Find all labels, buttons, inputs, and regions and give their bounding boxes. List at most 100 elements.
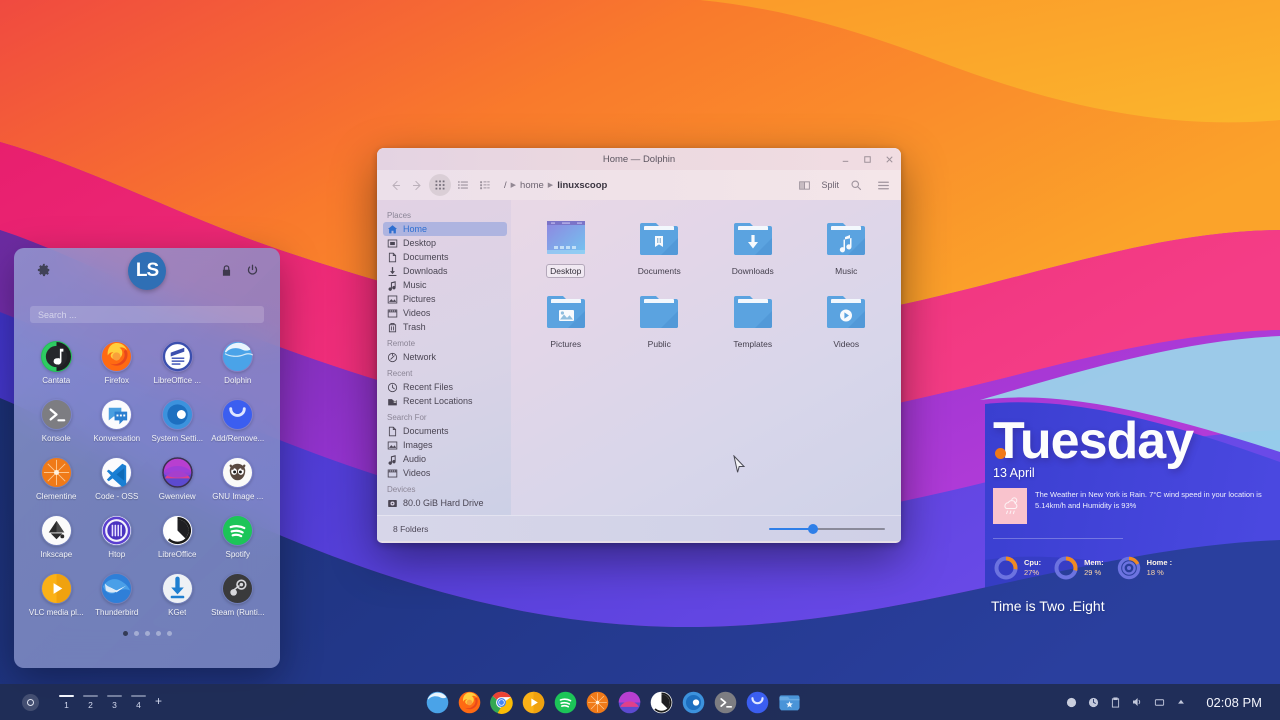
dolphin-toolbar[interactable]: / ▶ home ▶ linuxscoop Split	[377, 170, 901, 200]
launcher-page-indicator[interactable]	[14, 631, 280, 636]
taskbar-vlc-icon[interactable]	[522, 691, 545, 714]
page-dot-3[interactable]	[144, 631, 150, 636]
launcher-app-libreoffice-writer[interactable]: LibreOffice ...	[147, 335, 208, 393]
launcher-app-konsole[interactable]: Konsole	[26, 393, 87, 451]
page-dot-2[interactable]	[133, 631, 139, 636]
minimize-icon[interactable]	[840, 154, 851, 165]
window-titlebar[interactable]: Home — Dolphin	[377, 148, 901, 170]
places-item-hard-drive[interactable]: 80.0 GiB Hard Drive	[383, 496, 511, 510]
folder-item-music[interactable]: Music	[800, 210, 894, 277]
places-item-trash[interactable]: Trash	[383, 320, 511, 334]
folder-item-pictures[interactable]: Pictures	[519, 283, 613, 350]
clock[interactable]: 02:08 PM	[1206, 695, 1262, 710]
places-search-videos[interactable]: Videos	[383, 466, 511, 480]
folder-item-public[interactable]: Public	[613, 283, 707, 350]
update-icon[interactable]	[1087, 696, 1099, 708]
launcher-app-clementine[interactable]: Clementine	[26, 451, 87, 509]
launcher-app-libreoffice[interactable]: LibreOffice	[147, 509, 208, 567]
taskbar-libreoffice-icon[interactable]	[650, 691, 673, 714]
places-item-home[interactable]: Home	[383, 222, 507, 236]
lock-icon[interactable]	[218, 262, 234, 278]
places-item-documents[interactable]: Documents	[383, 250, 511, 264]
virtual-desktop-3[interactable]: 3	[107, 694, 122, 710]
clipboard-icon[interactable]	[1109, 696, 1121, 708]
search-icon[interactable]	[846, 175, 866, 195]
places-item-music[interactable]: Music	[383, 278, 511, 292]
taskbar-konsole-icon[interactable]	[714, 691, 737, 714]
gear-icon[interactable]	[36, 262, 52, 278]
split-label[interactable]: Split	[821, 180, 839, 190]
dolphin-file-manager-window[interactable]: Home — Dolphin / ▶ home ▶ linuxscoop Spl…	[377, 148, 901, 543]
folder-item-documents[interactable]: Documents	[613, 210, 707, 277]
virtual-desktop-4[interactable]: 4	[131, 694, 146, 710]
application-launcher[interactable]: LS Search ... Cantata Firefox LibreOffic…	[14, 248, 280, 668]
taskbar-firefox-icon[interactable]	[458, 691, 481, 714]
page-dot-1[interactable]	[122, 631, 128, 636]
details-view-icon[interactable]	[475, 175, 495, 195]
back-arrow-icon[interactable]	[385, 175, 405, 195]
hamburger-menu-icon[interactable]	[873, 175, 893, 195]
places-item-network[interactable]: Network	[383, 350, 511, 364]
forward-arrow-icon[interactable]	[407, 175, 427, 195]
taskbar-dolphin-icon[interactable]	[426, 691, 449, 714]
virtual-desktop-2[interactable]: 2	[83, 694, 98, 710]
launcher-app-konversation[interactable]: Konversation	[87, 393, 148, 451]
places-item-desktop[interactable]: Desktop	[383, 236, 511, 250]
list-view-icon[interactable]	[453, 175, 473, 195]
taskbar-chrome-icon[interactable]	[490, 691, 513, 714]
breadcrumb[interactable]: / ▶ home ▶ linuxscoop	[504, 180, 607, 191]
launcher-app-firefox[interactable]: Firefox	[87, 335, 148, 393]
launcher-app-inkscape[interactable]: Inkscape	[26, 509, 87, 567]
launcher-app-kget[interactable]: KGet	[147, 567, 208, 625]
page-dot-4[interactable]	[155, 631, 161, 636]
folder-item-videos[interactable]: Videos	[800, 283, 894, 350]
breadcrumb-segment-home[interactable]: home	[520, 180, 544, 191]
split-view-icon[interactable]	[794, 175, 814, 195]
circle-status-icon[interactable]	[1065, 696, 1077, 708]
places-panel[interactable]: Places Home Desktop Documents Downloads …	[377, 200, 511, 515]
zoom-slider-handle[interactable]	[808, 523, 818, 534]
taskbar-gwenview-icon[interactable]	[618, 691, 641, 714]
places-item-recent-files[interactable]: Recent Files	[383, 380, 511, 394]
zoom-slider[interactable]	[769, 523, 885, 535]
close-icon[interactable]	[884, 154, 895, 165]
page-dot-5[interactable]	[166, 631, 172, 636]
add-desktop-button[interactable]: +	[155, 694, 162, 708]
taskbar-system-settings-icon[interactable]	[682, 691, 705, 714]
taskbar-clementine-icon[interactable]	[586, 691, 609, 714]
launcher-app-system-settings[interactable]: System Setti...	[147, 393, 208, 451]
places-item-recent-locations[interactable]: Recent Locations	[383, 394, 511, 408]
icon-view-icon[interactable]	[429, 174, 451, 196]
breadcrumb-root[interactable]: /	[504, 180, 507, 191]
launcher-app-gwenview[interactable]: Gwenview	[147, 451, 208, 509]
launcher-app-thunderbird[interactable]: Thunderbird	[87, 567, 148, 625]
show-hidden-icon[interactable]	[1175, 696, 1187, 708]
folder-item-desktop[interactable]: Desktop	[519, 210, 613, 278]
launcher-app-discover[interactable]: Add/Remove...	[208, 393, 269, 451]
volume-icon[interactable]	[1131, 696, 1143, 708]
power-icon[interactable]	[244, 262, 260, 278]
virtual-desktop-1[interactable]: 1	[59, 694, 74, 710]
launcher-app-gimp[interactable]: GNU Image ...	[208, 451, 269, 509]
taskbar-file-archive-icon[interactable]	[778, 691, 801, 714]
file-view-area[interactable]: Desktop Documents Downloads Music Pictur…	[511, 200, 901, 515]
launcher-app-vlc[interactable]: VLC media pl...	[26, 567, 87, 625]
places-search-audio[interactable]: Audio	[383, 452, 511, 466]
places-item-pictures[interactable]: Pictures	[383, 292, 511, 306]
maximize-icon[interactable]	[862, 154, 873, 165]
launcher-app-spotify[interactable]: Spotify	[208, 509, 269, 567]
launcher-app-htop[interactable]: Htop	[87, 509, 148, 567]
launcher-search-input[interactable]: Search ...	[30, 306, 264, 323]
taskbar-spotify-icon[interactable]	[554, 691, 577, 714]
taskbar-discover-icon[interactable]	[746, 691, 769, 714]
places-search-images[interactable]: Images	[383, 438, 511, 452]
folder-item-downloads[interactable]: Downloads	[706, 210, 800, 277]
taskbar[interactable]: 1 2 3 4 + 02:08 PM	[0, 684, 1280, 720]
display-icon[interactable]	[1153, 696, 1165, 708]
launcher-app-steam[interactable]: Steam (Runti...	[208, 567, 269, 625]
places-item-videos[interactable]: Videos	[383, 306, 511, 320]
launcher-app-cantata[interactable]: Cantata	[26, 335, 87, 393]
places-item-downloads[interactable]: Downloads	[383, 264, 511, 278]
virtual-desktop-pager[interactable]: 1 2 3 4 +	[59, 694, 162, 710]
app-launcher-icon[interactable]	[22, 693, 39, 711]
